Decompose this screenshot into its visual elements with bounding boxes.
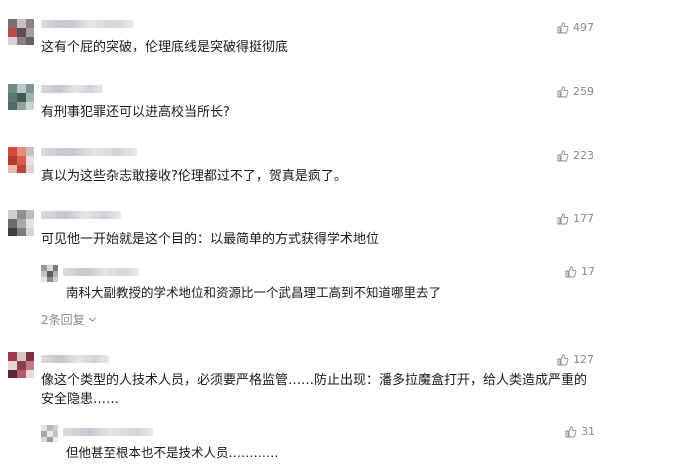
like-count: 177 <box>573 212 594 225</box>
like-button[interactable]: 177 <box>557 212 594 225</box>
like-count: 17 <box>581 265 595 278</box>
thumbs-up-icon <box>557 86 569 97</box>
avatar[interactable] <box>8 352 34 378</box>
username[interactable] <box>41 211 121 219</box>
thumbs-up-icon <box>557 150 569 161</box>
like-button[interactable]: 17 <box>565 265 595 278</box>
avatar[interactable] <box>8 19 34 45</box>
like-button[interactable]: 127 <box>557 353 594 366</box>
comment-text: 真以为这些杂志敢接收?伦理都过不了，贺真是疯了。 <box>41 169 347 184</box>
thumbs-up-icon <box>557 354 569 365</box>
comment-text: 可见他一开始就是这个目的：以最简单的方式获得学术地位 <box>41 232 380 247</box>
username[interactable] <box>41 85 103 93</box>
like-button[interactable]: 31 <box>565 425 595 438</box>
like-count: 31 <box>581 425 595 438</box>
avatar[interactable] <box>8 210 34 236</box>
comment-text-line1: 像这个类型的人技术人员，必须要严格监管……防止出现：潘多拉魔盒打开，给人类造成严… <box>41 373 588 388</box>
like-button[interactable]: 497 <box>557 21 594 34</box>
comment-text: 这有个屁的突破，伦理底线是突破得挺彻底 <box>41 40 289 55</box>
comment-text-line2: 安全隐患…… <box>41 392 120 407</box>
thumbs-up-icon <box>557 213 569 224</box>
reply-text: 但他甚至根本也不是技术人员………… <box>66 445 279 460</box>
like-button[interactable]: 223 <box>557 149 594 162</box>
like-count: 127 <box>573 353 594 366</box>
chevron-down-icon <box>88 317 96 322</box>
username[interactable] <box>63 268 139 276</box>
username[interactable] <box>41 355 109 363</box>
username[interactable] <box>41 148 137 156</box>
comment-text: 有刑事犯罪还可以进高校当所长? <box>41 105 230 120</box>
like-count: 223 <box>573 149 594 162</box>
like-count: 259 <box>573 85 594 98</box>
avatar[interactable] <box>8 84 34 110</box>
avatar[interactable] <box>8 147 34 173</box>
avatar[interactable] <box>41 265 58 282</box>
username[interactable] <box>41 20 133 28</box>
thumbs-up-icon <box>565 426 577 437</box>
like-button[interactable]: 259 <box>557 85 594 98</box>
avatar[interactable] <box>41 425 58 442</box>
username[interactable] <box>63 428 153 436</box>
like-count: 497 <box>573 21 594 34</box>
thumbs-up-icon <box>557 22 569 33</box>
more-replies-label: 2条回复 <box>41 313 85 327</box>
reply-text: 南科大副教授的学术地位和资源比一个武昌理工高到不知道哪里去了 <box>66 285 442 300</box>
more-replies-link[interactable]: 2条回复 <box>41 311 97 328</box>
thumbs-up-icon <box>565 266 577 277</box>
